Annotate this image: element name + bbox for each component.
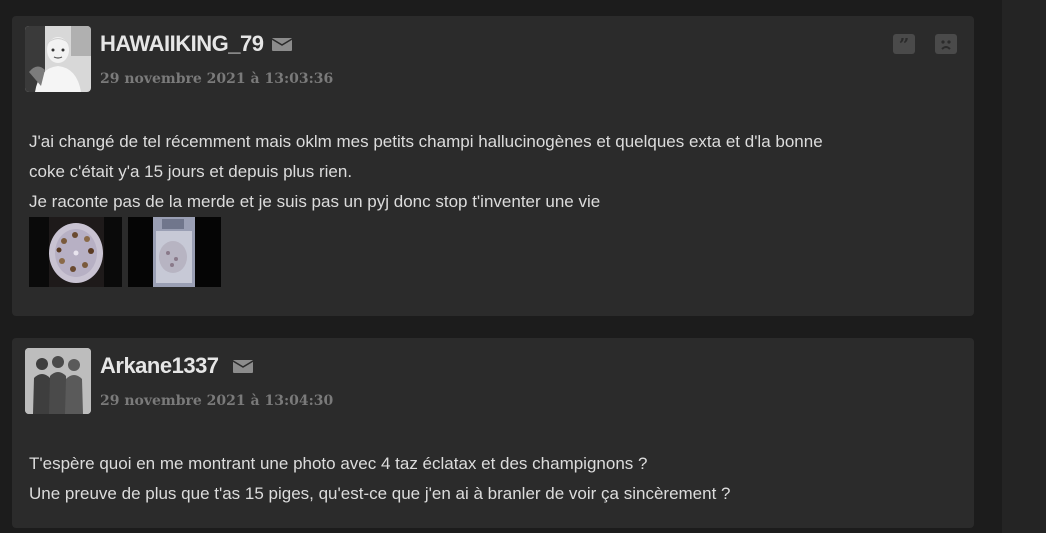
quote-icon[interactable]: ” (893, 34, 915, 56)
sad-face-icon[interactable] (935, 34, 957, 54)
username[interactable]: HAWAIIKING_79 (100, 31, 264, 57)
post-body: T'espère quoi en me montrant une photo a… (29, 449, 954, 509)
avatar[interactable] (25, 26, 91, 92)
post-text-line: J'ai changé de tel récemment mais oklm m… (29, 132, 823, 151)
forum-post: Arkane1337 29 novembre 2021 à 13:04:30 T… (12, 338, 974, 528)
mail-icon[interactable] (271, 38, 293, 51)
image-thumbnail[interactable] (128, 217, 221, 287)
avatar[interactable] (25, 348, 91, 414)
post-date: 29 novembre 2021 à 13:03:36 (100, 71, 334, 87)
forum-post: HAWAIIKING_79 29 novembre 2021 à 13:03:3… (12, 16, 974, 316)
post-text-line: coke c'était y'a 15 jours et depuis plus… (29, 162, 353, 181)
page: HAWAIIKING_79 29 novembre 2021 à 13:03:3… (0, 0, 1046, 533)
post-text-line: T'espère quoi en me montrant une photo a… (29, 454, 648, 473)
post-text-line: Je raconte pas de la merde et je suis pa… (29, 192, 601, 211)
post-body: J'ai changé de tel récemment mais oklm m… (29, 127, 954, 217)
right-gutter (1002, 0, 1046, 533)
mail-icon[interactable] (232, 360, 254, 373)
post-text-line: Une preuve de plus que t'as 15 piges, qu… (29, 484, 731, 503)
image-thumbnail[interactable] (29, 217, 122, 287)
post-date: 29 novembre 2021 à 13:04:30 (100, 393, 334, 409)
username[interactable]: Arkane1337 (100, 353, 219, 379)
